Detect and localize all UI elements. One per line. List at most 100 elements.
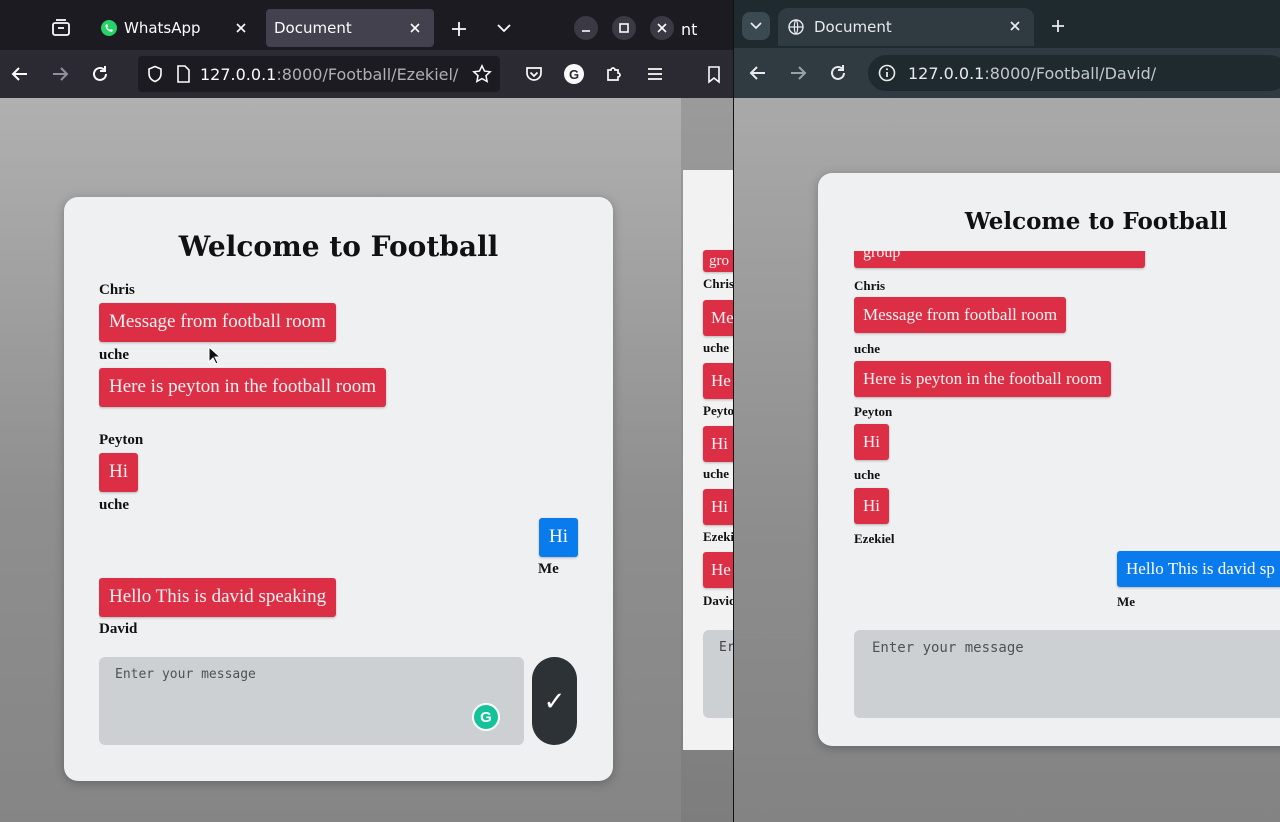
- tab-document[interactable]: Document: [778, 8, 1034, 46]
- tab-label: Document: [274, 19, 352, 37]
- message-bubble: Hello This is david speaking: [99, 578, 337, 617]
- message-sender: uche: [99, 347, 129, 363]
- chevron-down-icon[interactable]: [496, 22, 512, 34]
- message-sender: Chris: [99, 282, 135, 298]
- navigation-toolbar: [681, 50, 737, 98]
- message-bubble: He: [703, 363, 737, 400]
- url-host: 127.0.0.1: [908, 63, 985, 83]
- message-bubble: Hi: [703, 426, 737, 463]
- message-item: Here is peyton in the football room: [854, 361, 1111, 398]
- message-item: Hi: [99, 453, 138, 492]
- grammarly-extension-icon[interactable]: G: [564, 64, 584, 84]
- maximize-icon[interactable]: [612, 16, 636, 40]
- message-sender: David: [99, 621, 138, 637]
- tab-bar: Document: [734, 0, 1280, 50]
- menu-icon[interactable]: [645, 64, 665, 84]
- message-sender: Peyto: [703, 403, 735, 418]
- tab-label: WhatsApp: [124, 19, 201, 37]
- tab-whatsapp[interactable]: WhatsApp: [90, 9, 260, 47]
- back-arrow-icon[interactable]: [748, 63, 768, 83]
- address-bar[interactable]: 127.0.0.1:8000/Football/David/: [868, 55, 1280, 91]
- page-title: Welcome to Football: [178, 230, 499, 263]
- message-sender-own: Me: [1117, 594, 1136, 609]
- message-item: group: [854, 251, 1145, 269]
- forward-arrow-icon[interactable]: [50, 64, 70, 84]
- tab-search-chevron-icon[interactable]: [742, 12, 770, 40]
- message-sender: Peyton: [99, 432, 144, 448]
- desktop: WhatsApp Document 127.0.0.1:8000/Footbal…: [0, 0, 1280, 822]
- message-item: Message from football room: [99, 303, 336, 342]
- extensions-puzzle-icon[interactable]: [604, 64, 624, 84]
- message-bubble: Hi: [854, 488, 889, 525]
- grammarly-icon[interactable]: G: [472, 703, 500, 731]
- close-icon[interactable]: [1008, 19, 1022, 33]
- page-viewport: Welcome to Football Chris Message from f…: [0, 98, 681, 822]
- message-item: Hi: [854, 488, 889, 525]
- message-sender: Ezekiel: [854, 531, 895, 546]
- info-icon[interactable]: [878, 64, 896, 82]
- url-text[interactable]: 127.0.0.1:8000/Football/David/: [908, 64, 1156, 83]
- message-sender: uche: [854, 341, 880, 356]
- message-bubble: group: [854, 251, 1145, 269]
- message-sender: Peyton: [854, 404, 893, 419]
- forward-arrow-icon[interactable]: [788, 63, 808, 83]
- message-input-box[interactable]: G: [99, 657, 524, 745]
- chat-card: Welcome to Football group Chris Message …: [818, 173, 1280, 746]
- url-text[interactable]: 127.0.0.1:8000/Football/Ezekiel/: [200, 65, 458, 84]
- browser-window-background: nt gro Chris Me uche He Peyto Hi uche Hi…: [681, 0, 737, 822]
- tab-bar: nt: [681, 0, 737, 56]
- page-title: Welcome to Football: [964, 208, 1228, 235]
- message-input[interactable]: [115, 667, 508, 735]
- address-bar[interactable]: 127.0.0.1:8000/Football/Ezekiel/: [138, 56, 500, 92]
- message-bubble: Hi: [854, 424, 889, 461]
- message-input-box[interactable]: Er: [703, 630, 737, 718]
- back-arrow-icon[interactable]: [10, 64, 30, 84]
- new-tab-icon[interactable]: [450, 20, 468, 38]
- message-bubble: gro: [703, 250, 737, 272]
- browser-window-ezekiel: WhatsApp Document 127.0.0.1:8000/Footbal…: [0, 0, 681, 822]
- send-button[interactable]: ✓: [532, 657, 577, 745]
- message-item-own: Hi: [539, 518, 578, 557]
- close-icon[interactable]: [406, 19, 424, 37]
- mouse-cursor-icon: [208, 345, 222, 370]
- bookmark-icon[interactable]: [707, 66, 721, 84]
- pocket-icon[interactable]: [524, 64, 544, 84]
- message-sender: Ezeki: [703, 529, 735, 544]
- close-icon[interactable]: [232, 19, 250, 37]
- new-tab-icon[interactable]: [1050, 18, 1066, 34]
- message-item-own: Hello This is david sp: [1117, 551, 1280, 588]
- shield-icon[interactable]: [146, 65, 164, 83]
- tab-overview-icon[interactable]: [50, 18, 72, 38]
- message-sender: Chris: [854, 278, 886, 293]
- tab-document[interactable]: Document: [266, 9, 434, 47]
- tab-label-fragment[interactable]: nt: [681, 20, 697, 39]
- reload-icon[interactable]: [90, 64, 110, 84]
- chat-card: gro Chris Me uche He Peyto Hi uche Hi Ez…: [683, 170, 737, 750]
- message-sender: Chris: [703, 276, 735, 291]
- message-bubble-own: Hi: [539, 518, 578, 557]
- url-path: :8000/Football/Ezekiel/: [276, 64, 459, 84]
- message-bubble: Here is peyton in the football room: [99, 368, 386, 407]
- message-sender: uche: [99, 497, 129, 513]
- message-bubble: He: [703, 552, 737, 589]
- message-bubble: Message from football room: [99, 303, 336, 342]
- page-icon[interactable]: [176, 65, 190, 83]
- whatsapp-icon: [100, 19, 118, 37]
- message-sender: uche: [703, 466, 729, 481]
- reload-icon[interactable]: [828, 63, 848, 83]
- globe-icon: [788, 19, 804, 35]
- message-sender: uche: [854, 467, 880, 482]
- message-bubble: Hi: [99, 453, 138, 492]
- star-icon[interactable]: [472, 64, 492, 84]
- message-input[interactable]: [872, 640, 1280, 708]
- message-item: Message from football room: [854, 297, 1067, 334]
- navigation-toolbar: 127.0.0.1:8000/Football/Ezekiel/ G: [0, 50, 681, 98]
- minimize-icon[interactable]: [574, 16, 598, 40]
- message-bubble: Hi: [703, 489, 737, 526]
- message-item: Hi: [854, 424, 889, 461]
- url-path: :8000/Football/David/: [984, 63, 1157, 83]
- message-item: Hello This is david speaking: [99, 578, 337, 617]
- close-window-icon[interactable]: [650, 16, 674, 40]
- message-input-box[interactable]: [854, 630, 1280, 718]
- message-list: Chris Message from football room uche He…: [99, 277, 579, 647]
